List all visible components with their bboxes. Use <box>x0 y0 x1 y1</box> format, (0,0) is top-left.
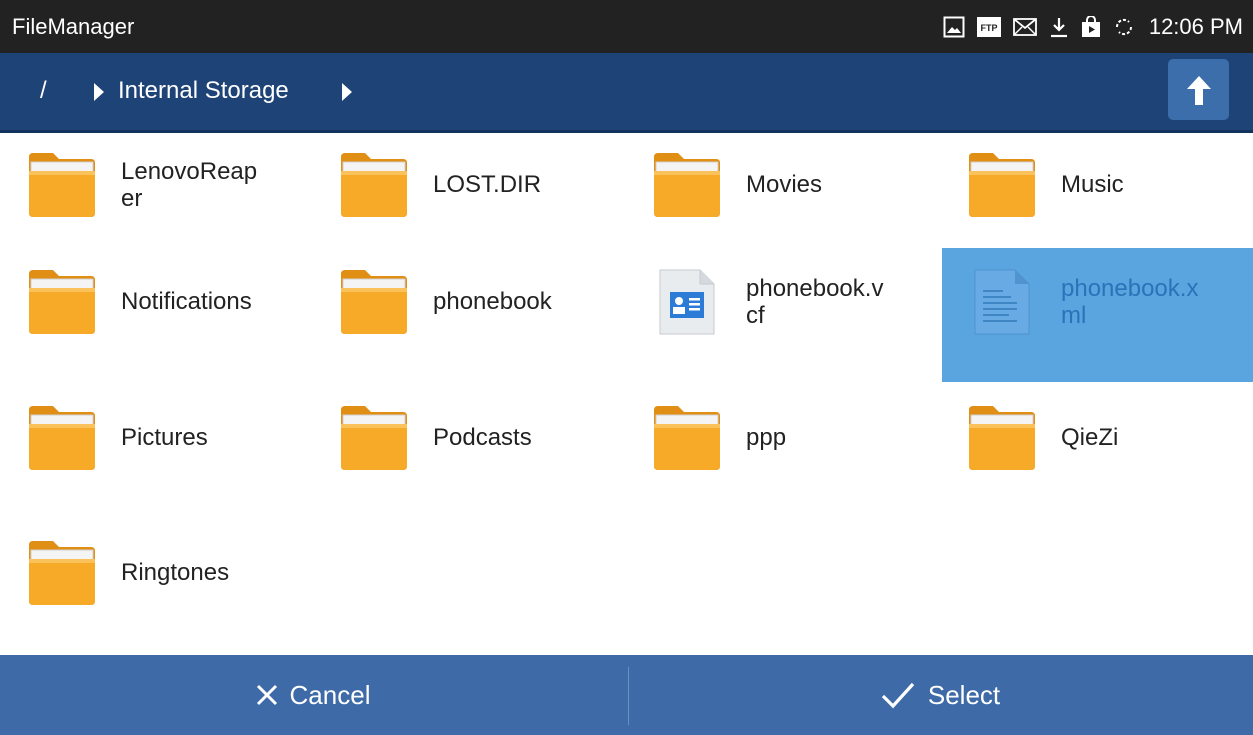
chevron-right-icon <box>94 83 104 101</box>
folder-icon <box>27 268 97 336</box>
status-icons: FTP 12:06 PM <box>943 0 1243 53</box>
up-button[interactable] <box>1168 59 1229 120</box>
close-icon <box>256 684 277 706</box>
file-name: ppp <box>746 424 787 451</box>
breadcrumb-root[interactable]: / <box>40 75 47 107</box>
folder-icon <box>652 151 722 219</box>
chevron-right-icon <box>342 83 352 101</box>
folder-item[interactable]: Ringtones <box>0 521 312 655</box>
app-title: FileManager <box>12 14 135 39</box>
up-arrow-icon <box>1186 75 1211 105</box>
file-name: Podcasts <box>433 424 532 451</box>
mail-icon <box>1012 17 1037 36</box>
file-name: Music <box>1061 171 1124 198</box>
folder-item[interactable]: ppp <box>625 386 937 520</box>
ftp-icon: FTP <box>976 16 1001 37</box>
breadcrumb-current[interactable]: Internal Storage <box>118 75 289 107</box>
folder-item[interactable]: phonebook <box>312 250 624 384</box>
clock: 12:06 PM <box>1148 13 1243 39</box>
text-file-icon <box>967 268 1037 336</box>
folder-icon <box>652 404 722 472</box>
image-icon <box>943 16 965 37</box>
folder-item[interactable]: Pictures <box>0 386 312 520</box>
folder-item[interactable]: LenovoReap er <box>0 133 312 267</box>
file-name: Notifications <box>121 288 252 315</box>
folder-icon <box>339 404 409 472</box>
file-item[interactable]: phonebook.v cf <box>625 250 937 384</box>
folder-icon <box>27 151 97 219</box>
folder-icon <box>967 404 1037 472</box>
file-name: LenovoReap er <box>121 158 258 212</box>
folder-icon <box>967 151 1037 219</box>
folder-item[interactable]: Notifications <box>0 250 312 384</box>
file-name: Ringtones <box>121 559 230 586</box>
file-name: phonebook.x ml <box>1061 275 1199 329</box>
file-grid: LenovoReap er LOST.DIR Movies Music Notifica… <box>0 133 1253 655</box>
folder-icon <box>339 268 409 336</box>
folder-item[interactable]: QieZi <box>940 386 1252 520</box>
folder-icon <box>27 539 97 607</box>
contact-card-file-icon <box>652 268 722 336</box>
folder-icon <box>339 151 409 219</box>
file-name: Pictures <box>121 424 208 451</box>
file-name: Movies <box>746 171 823 198</box>
store-icon <box>1081 15 1100 37</box>
action-bar: Cancel Select <box>0 655 1253 735</box>
file-name: phonebook.v cf <box>746 275 884 329</box>
file-name: QieZi <box>1061 424 1119 451</box>
svg-text:FTP: FTP <box>980 23 997 33</box>
cancel-button[interactable]: Cancel <box>0 655 626 735</box>
folder-item[interactable]: Music <box>940 133 1252 267</box>
folder-icon <box>27 404 97 472</box>
select-label: Select <box>927 679 1001 710</box>
folder-item[interactable]: LOST.DIR <box>312 133 624 267</box>
download-icon <box>1050 17 1067 37</box>
file-name: LOST.DIR <box>433 171 542 198</box>
folder-item[interactable]: Podcasts <box>312 386 624 520</box>
select-button[interactable]: Select <box>627 655 1253 735</box>
sync-icon <box>1115 18 1132 35</box>
folder-item[interactable]: Movies <box>625 133 937 267</box>
status-bar: FileManager FTP 12:06 PM <box>0 0 1253 53</box>
file-item[interactable]: phonebook.x ml <box>942 248 1253 382</box>
cancel-label: Cancel <box>289 679 371 710</box>
check-icon <box>881 682 915 709</box>
path-bar: / Internal Storage <box>0 53 1253 133</box>
file-name: phonebook <box>433 288 552 315</box>
